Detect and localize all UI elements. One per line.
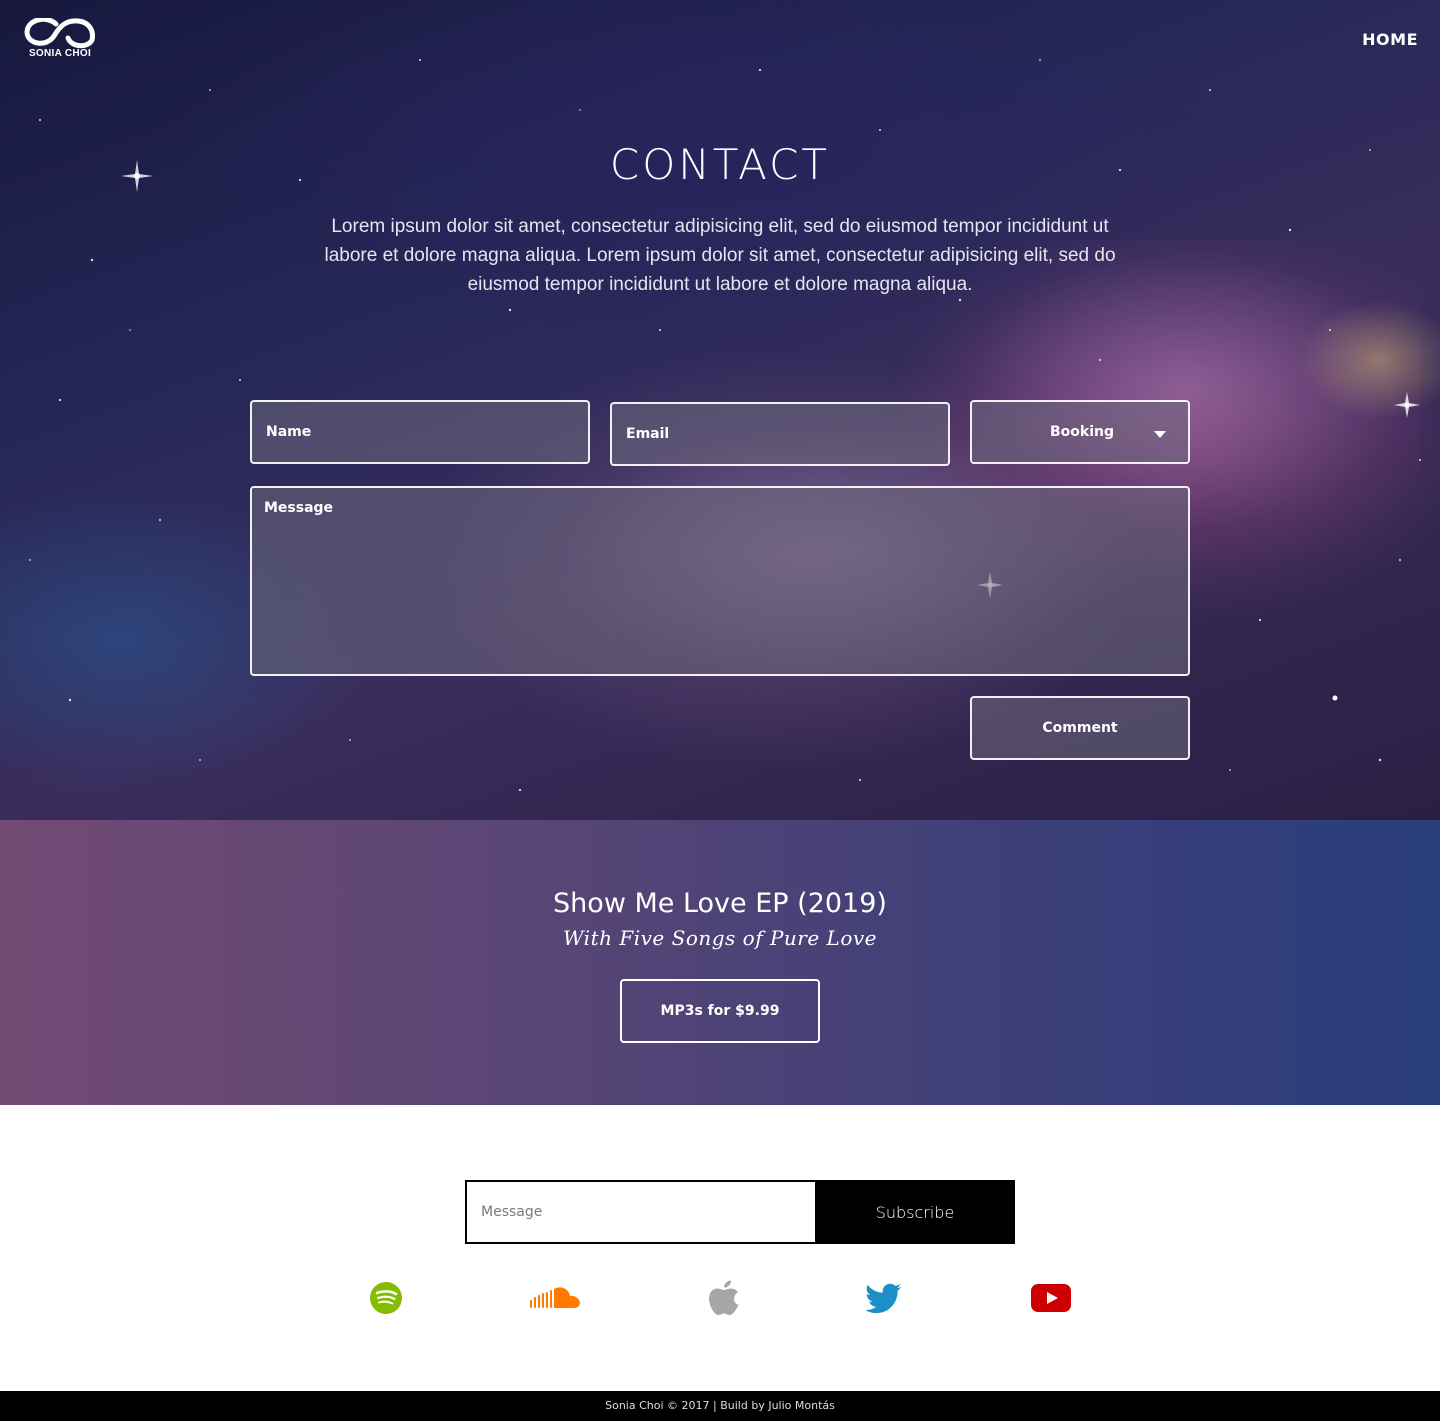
subscribe-input[interactable] <box>467 1182 815 1242</box>
subject-select[interactable]: Booking <box>970 400 1190 464</box>
footer-credits: Sonia Choi © 2017 | Build by Julio Montá… <box>0 1391 1440 1421</box>
message-textarea[interactable]: Message <box>250 486 1190 676</box>
logo-mark-icon <box>24 16 95 49</box>
youtube-link[interactable] <box>1030 1278 1072 1318</box>
name-field-placeholder: Name <box>266 424 312 440</box>
release-title: Show Me Love EP (2019) <box>553 888 887 919</box>
email-field[interactable]: Email <box>610 402 950 466</box>
brand-logo[interactable]: SONIA CHOI <box>22 16 98 64</box>
apple-music-link[interactable] <box>704 1278 744 1318</box>
release-banner: Show Me Love EP (2019) With Five Songs o… <box>0 820 1440 1105</box>
spotify-icon <box>370 1282 402 1314</box>
nav-home-link[interactable]: HOME <box>1362 30 1418 49</box>
twitter-link[interactable] <box>864 1278 904 1318</box>
subscribe-button[interactable]: Subscribe <box>815 1182 1015 1242</box>
contact-description: Lorem ipsum dolor sit amet, consectetur … <box>324 216 1116 295</box>
message-textarea-placeholder: Message <box>264 500 334 516</box>
comment-submit-button[interactable]: Comment <box>970 696 1190 760</box>
page-title: CONTACT <box>609 140 831 189</box>
youtube-icon <box>1031 1284 1071 1312</box>
logo-text: SONIA CHOI <box>28 48 92 59</box>
email-field-placeholder: Email <box>626 426 670 442</box>
contact-hero: SONIA CHOI HOME CONTACT Lorem ipsum dolo… <box>0 0 1440 820</box>
release-subtitle: With Five Songs of Pure Love <box>562 926 878 950</box>
caret-down-icon <box>1154 431 1166 438</box>
twitter-icon <box>866 1283 901 1313</box>
apple-icon <box>709 1280 739 1315</box>
soundcloud-icon <box>530 1287 580 1308</box>
name-field[interactable]: Name <box>250 400 590 464</box>
subscribe-form: Subscribe <box>465 1180 1015 1244</box>
spotify-link[interactable] <box>366 1278 406 1318</box>
buy-mp3-button[interactable]: MP3s for $9.99 <box>620 979 820 1043</box>
soundcloud-link[interactable] <box>528 1278 582 1318</box>
